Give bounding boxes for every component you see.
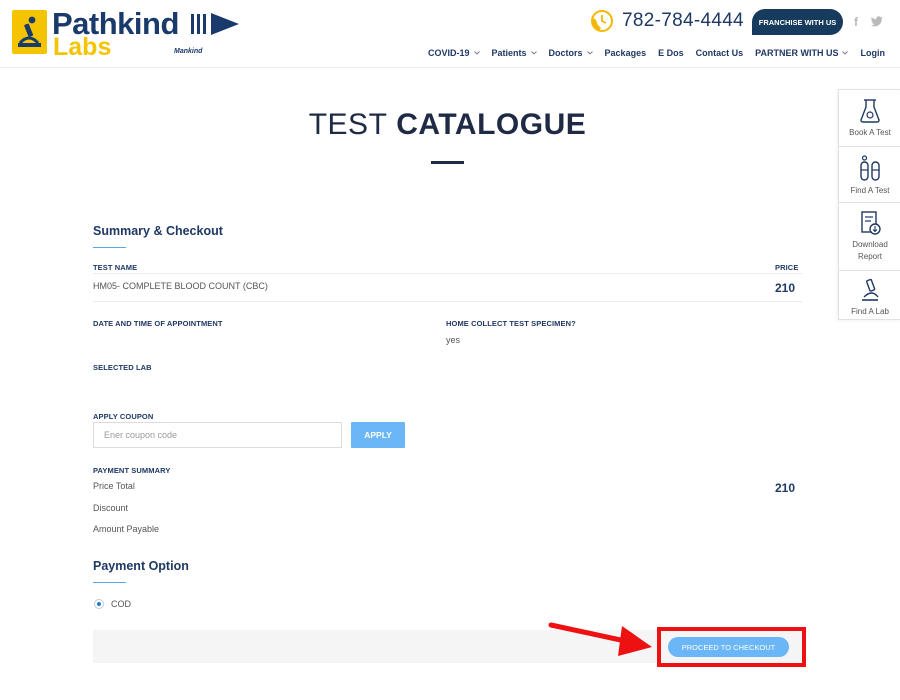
coupon-label: APPLY COUPON bbox=[93, 412, 154, 421]
nav-item-label: PARTNER WITH US bbox=[755, 48, 839, 58]
nav-item-packages[interactable]: Packages bbox=[605, 48, 647, 58]
nav-item-covid-19[interactable]: COVID-19 bbox=[428, 48, 480, 58]
main-nav: COVID-19 Patients Doctors Packages E Dos Cont… bbox=[428, 46, 885, 60]
chevron-down-icon bbox=[586, 51, 593, 55]
page-title-bold: CATALOGUE bbox=[396, 108, 587, 141]
chevron-down-icon bbox=[473, 51, 480, 55]
microscope-icon bbox=[862, 278, 879, 301]
brand-sub: Labs bbox=[53, 33, 112, 61]
price-total-value: 210 bbox=[775, 481, 796, 495]
microscope-logo-icon bbox=[12, 10, 47, 54]
selected-lab-label: SELECTED LAB bbox=[93, 363, 152, 372]
summary-heading-underline bbox=[93, 247, 126, 248]
cod-radio-selected-dot bbox=[97, 602, 101, 606]
page-title-light: TEST bbox=[308, 108, 388, 141]
brand-bars-icon bbox=[191, 13, 239, 35]
site-header: Pathkind Labs Mankind 782-784-4444 FRANC… bbox=[0, 0, 900, 68]
nav-item-label: Login bbox=[860, 48, 885, 58]
amount-payable-label: Amount Payable bbox=[93, 524, 160, 534]
side-label: Book A Test bbox=[849, 128, 891, 137]
side-item-download-report[interactable]: Download Report bbox=[839, 203, 900, 271]
side-item-book-a-test[interactable]: Book A Test bbox=[839, 90, 900, 147]
nav-item-label: Packages bbox=[604, 48, 647, 58]
nav-item-patients[interactable]: Patients bbox=[492, 48, 537, 58]
nav-item-label: Patients bbox=[491, 48, 527, 58]
side-item-find-a-test[interactable]: Find A Test bbox=[839, 147, 900, 203]
flask-icon bbox=[860, 99, 880, 123]
home-collect-value: yes bbox=[446, 335, 461, 345]
divider bbox=[93, 273, 802, 274]
divider bbox=[93, 301, 802, 302]
test-name-label: TEST NAME bbox=[93, 263, 138, 272]
side-label: Download Report bbox=[852, 240, 888, 261]
nav-item-label: E Dos bbox=[658, 48, 684, 58]
mankind-logo: Mankind bbox=[174, 48, 203, 55]
payment-summary-label: PAYMENT SUMMARY bbox=[93, 466, 171, 475]
title-divider bbox=[431, 161, 464, 164]
price-label: PRICE bbox=[775, 263, 799, 272]
side-label: Find A Lab bbox=[851, 307, 889, 316]
test-tubes-icon bbox=[860, 155, 880, 181]
red-arrow-icon bbox=[548, 622, 652, 656]
phone-number[interactable]: 782-784-4444 bbox=[622, 10, 744, 32]
nav-item-label: Contact Us bbox=[695, 48, 744, 58]
facebook-icon[interactable]: f bbox=[854, 15, 858, 29]
coupon-input[interactable] bbox=[93, 422, 342, 448]
chevron-down-icon bbox=[842, 51, 849, 55]
side-item-find-a-lab[interactable]: Find A Lab bbox=[839, 271, 900, 321]
nav-item-partner-with-us[interactable]: PARTNER WITH US bbox=[755, 48, 849, 58]
home-collect-label: HOME COLLECT TEST SPECIMEN? bbox=[446, 319, 576, 328]
payment-option-heading: Payment Option bbox=[93, 559, 189, 573]
report-icon bbox=[861, 211, 881, 235]
chevron-down-icon bbox=[530, 51, 537, 55]
summary-heading: Summary & Checkout bbox=[93, 224, 223, 238]
nav-item-e-dos[interactable]: E Dos bbox=[658, 48, 684, 58]
nav-item-label: COVID-19 bbox=[428, 48, 470, 58]
test-name-value: HM05- COMPLETE BLOOD COUNT (CBC) bbox=[93, 281, 268, 291]
phone-clock-icon bbox=[591, 10, 613, 32]
franchise-button[interactable]: FRANCHISE WITH US bbox=[752, 9, 843, 35]
payment-option-underline bbox=[93, 582, 126, 583]
discount-label: Discount bbox=[93, 503, 129, 513]
phone-contact[interactable]: 782-784-4444 bbox=[590, 9, 744, 33]
apply-coupon-button[interactable]: APPLY bbox=[351, 422, 405, 448]
page-title: TEST CATALOGUE bbox=[0, 108, 895, 142]
cod-label[interactable]: COD bbox=[111, 599, 131, 609]
quick-actions-panel: Book A Test Find A Test Download Report … bbox=[838, 89, 900, 320]
pathkind-logo[interactable]: Pathkind Labs Mankind bbox=[12, 6, 242, 61]
appointment-label: DATE AND TIME OF APPOINTMENT bbox=[93, 319, 223, 328]
cod-radio[interactable] bbox=[94, 599, 104, 609]
red-highlight-box bbox=[657, 627, 806, 667]
nav-item-login[interactable]: Login bbox=[860, 48, 885, 58]
test-price: 210 bbox=[775, 281, 796, 295]
price-total-label: Price Total bbox=[93, 481, 135, 491]
side-label: Find A Test bbox=[850, 186, 890, 195]
nav-item-contact-us[interactable]: Contact Us bbox=[696, 48, 744, 58]
twitter-icon[interactable] bbox=[871, 15, 883, 27]
nav-item-label: Doctors bbox=[548, 48, 583, 58]
nav-item-doctors[interactable]: Doctors bbox=[549, 48, 593, 58]
